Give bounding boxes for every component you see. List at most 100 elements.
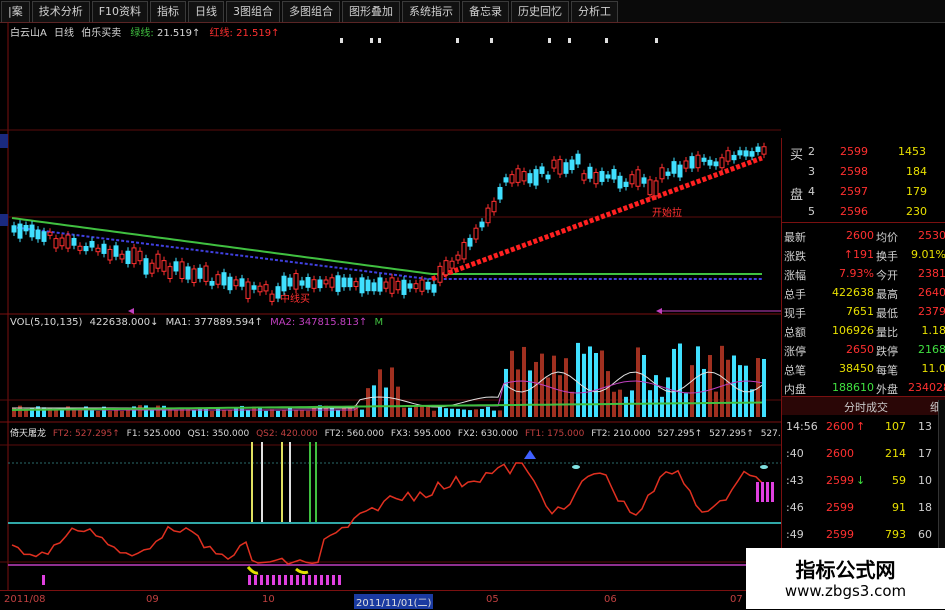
volume-bar	[372, 385, 376, 417]
watermark-url: www.zbgs3.com	[784, 582, 907, 600]
volume-bar	[606, 371, 610, 417]
trade-row[interactable]: :40 2600 214 17	[782, 445, 945, 462]
signal-dot	[490, 38, 493, 43]
volume-bar	[696, 346, 700, 417]
toolbar-button-0[interactable]: |案	[1, 1, 30, 23]
stat-label: 量比	[876, 326, 898, 339]
candle-body	[53, 238, 59, 249]
toolbar-button-daily[interactable]: 日线	[188, 1, 225, 23]
candle-body	[149, 262, 155, 274]
orderbook-price: 2596	[840, 205, 868, 218]
candle-body	[695, 154, 701, 169]
green-line-label: 绿线:	[130, 28, 154, 39]
toolbar-button-system-hint[interactable]: 系统指示	[402, 1, 461, 23]
toolbar-button-3-charts[interactable]: 3图组合	[226, 1, 281, 23]
indicator-item-9: 527.295↑	[657, 429, 703, 439]
stat-row: 总额 106926 量比 1.18	[782, 321, 945, 341]
stat-label: 最低	[876, 307, 898, 320]
toolbar-button-indicator[interactable]: 指标	[150, 1, 187, 23]
stat-value: 2640	[918, 286, 945, 299]
green-line-value: 21.519↑	[156, 28, 201, 39]
red-line-value: 21.519↑	[236, 28, 280, 39]
indicator-item-4: FT2: 560.000	[324, 429, 384, 439]
candle-body	[131, 247, 137, 265]
indicator-item-6: FX2: 630.000	[457, 429, 519, 439]
stat-row: 涨停 2650 跌停 2168	[782, 340, 945, 360]
candle-body	[347, 277, 353, 288]
trade-time: 14:56	[786, 420, 818, 433]
candle-body	[299, 280, 305, 286]
indicator-item-1: F1: 525.000	[126, 429, 181, 439]
candle-body	[137, 250, 143, 262]
indicator-dot	[572, 465, 580, 469]
orderbook-row[interactable]: 5 2596 230	[782, 202, 945, 222]
indicator-item-2: QS1: 350.000	[187, 429, 250, 439]
candle-body	[185, 266, 191, 280]
trade-row[interactable]: :49 2599 793 60	[782, 526, 945, 543]
chart-area[interactable]: 白云山A 日线 伯乐买卖 绿线: 21.519↑ 红线: 21.519↑ 中线买…	[0, 22, 805, 609]
left-scroll-marker[interactable]	[0, 134, 8, 148]
trades-header-title: 分时成交	[844, 401, 888, 414]
trade-row[interactable]: 14:56 2600 ↑ 107 13	[782, 418, 945, 435]
candle-body	[197, 267, 203, 279]
signal-dot	[340, 38, 343, 43]
trade-row[interactable]: :43 2599 ↓ 59 10	[782, 472, 945, 489]
volume-bar	[678, 343, 682, 417]
signal-dot	[655, 38, 658, 43]
candle-body	[461, 241, 467, 260]
ma2-label: MA2:	[270, 317, 296, 328]
candle-body	[365, 279, 371, 292]
volume-bar	[402, 407, 406, 417]
indicator-magenta-bar	[290, 575, 293, 585]
candle-body	[353, 281, 359, 287]
trade-arrow: ↑	[856, 420, 866, 433]
right-pager-triangle[interactable]	[656, 308, 662, 314]
candle-body	[239, 278, 245, 287]
candle-body	[491, 200, 497, 213]
trade-row[interactable]: :46 2599 91 18	[782, 499, 945, 516]
orderbook-row[interactable]: 3 2598 184	[782, 162, 945, 182]
indicator-magenta-bar	[332, 575, 335, 585]
candle-body	[47, 231, 53, 236]
candle-body	[521, 171, 527, 182]
stat-label: 总额	[784, 326, 806, 339]
orderbook-level: 2	[808, 145, 815, 158]
volume-bar	[246, 410, 250, 417]
candle-body	[485, 207, 491, 224]
candle-body	[743, 150, 749, 157]
left-pager-triangle[interactable]	[128, 308, 134, 314]
toolbar-button-memo[interactable]: 备忘录	[462, 1, 510, 23]
trades-header[interactable]: 分时成交 细	[782, 397, 945, 415]
volume-bar	[390, 367, 394, 417]
candle-body	[29, 224, 35, 238]
candle-body	[11, 225, 17, 233]
candle-body	[659, 167, 665, 180]
volume-bar	[288, 407, 292, 417]
volume-value: 422638.000↓	[89, 317, 159, 328]
candle-body	[341, 277, 347, 288]
candle-body	[89, 240, 95, 248]
candle-body	[545, 174, 551, 180]
stat-row: 总笔 38450 每笔 11.0	[782, 359, 945, 379]
toolbar-button-multi-charts[interactable]: 多图组合	[282, 1, 341, 23]
indicator-magenta-bar	[272, 575, 275, 585]
indicator-item-7: FT1: 175.000	[524, 429, 585, 439]
chart-canvas[interactable]	[0, 22, 781, 590]
candle-body	[449, 260, 455, 269]
toolbar-button-analysis-tool[interactable]: 分析工	[571, 1, 619, 23]
candle-body	[737, 150, 743, 156]
toolbar-button-history[interactable]: 历史回忆	[511, 1, 570, 23]
ma1-label: MA1:	[165, 317, 191, 328]
trade-time: :49	[786, 528, 804, 541]
volume-bar	[306, 410, 310, 417]
candle-body	[755, 146, 761, 153]
toolbar-button-tech-analysis[interactable]: 技术分析	[31, 1, 90, 23]
candle-body	[371, 282, 377, 292]
orderbook-row[interactable]: 2 2599 1453	[782, 142, 945, 162]
trade-volume: 59	[892, 474, 906, 487]
toolbar-button-f10[interactable]: F10资料	[91, 1, 149, 23]
left-scroll-marker-2[interactable]	[0, 214, 8, 226]
volume-bar	[408, 407, 412, 417]
orderbook-row[interactable]: 4 2597 179	[782, 182, 945, 202]
toolbar-button-overlay[interactable]: 图形叠加	[342, 1, 401, 23]
